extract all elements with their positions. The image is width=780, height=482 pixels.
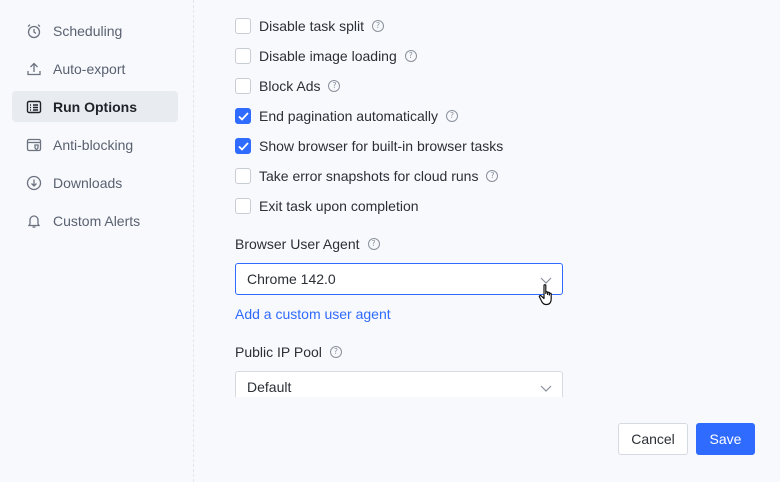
sidebar-item-label: Anti-blocking	[53, 136, 134, 153]
option-label: End pagination automatically	[259, 108, 439, 124]
select-value: Chrome 142.0	[247, 271, 336, 287]
sidebar-item-run-options[interactable]: Run Options	[12, 91, 178, 122]
bell-icon	[26, 213, 42, 229]
option-end-pagination[interactable]: End pagination automatically ?	[235, 106, 459, 126]
option-disable-image-loading[interactable]: Disable image loading ?	[235, 46, 417, 66]
sidebar-item-label: Custom Alerts	[53, 212, 141, 229]
browser-shield-icon	[26, 137, 42, 153]
sidebar-item-scheduling[interactable]: Scheduling	[12, 15, 178, 46]
cancel-button[interactable]: Cancel	[618, 423, 688, 455]
checkbox[interactable]	[235, 198, 251, 214]
sidebar-item-label: Scheduling	[53, 22, 123, 39]
upload-icon	[26, 61, 42, 77]
help-icon[interactable]: ?	[446, 110, 459, 122]
save-button[interactable]: Save	[696, 423, 755, 455]
list-icon	[26, 99, 42, 115]
ip-pool-label: Public IP Pool ?	[235, 344, 342, 360]
checkbox-checked[interactable]	[235, 138, 251, 154]
chevron-down-icon	[540, 385, 552, 392]
sidebar-item-auto-export[interactable]: Auto-export	[12, 53, 178, 84]
help-icon[interactable]: ?	[486, 170, 499, 182]
option-error-snapshots[interactable]: Take error snapshots for cloud runs ?	[235, 166, 499, 186]
sidebar-item-label: Downloads	[53, 174, 123, 191]
help-icon[interactable]: ?	[404, 50, 417, 62]
checkbox[interactable]	[235, 18, 251, 34]
help-icon[interactable]: ?	[367, 238, 380, 250]
help-icon[interactable]: ?	[328, 80, 341, 92]
settings-window: Scheduling Auto-export Run Options Anti-…	[0, 0, 780, 482]
sidebar-item-label: Run Options	[53, 98, 137, 115]
checkmark-icon	[237, 141, 249, 151]
checkbox-checked[interactable]	[235, 108, 251, 124]
checkbox[interactable]	[235, 48, 251, 64]
select-value: Default	[247, 379, 292, 395]
checkmark-icon	[237, 111, 249, 121]
sidebar: Scheduling Auto-export Run Options Anti-…	[0, 0, 194, 482]
option-label: Disable image loading	[259, 48, 397, 64]
option-label: Show browser for built-in browser tasks	[259, 138, 504, 154]
option-block-ads[interactable]: Block Ads ?	[235, 76, 341, 96]
scroll-clip	[195, 397, 780, 411]
add-custom-user-agent-link[interactable]: Add a custom user agent	[235, 306, 391, 322]
sidebar-item-custom-alerts[interactable]: Custom Alerts	[12, 205, 178, 236]
download-circle-icon	[26, 175, 42, 191]
option-show-browser[interactable]: Show browser for built-in browser tasks	[235, 136, 503, 156]
sidebar-item-anti-blocking[interactable]: Anti-blocking	[12, 129, 178, 160]
option-exit-task[interactable]: Exit task upon completion	[235, 196, 419, 216]
user-agent-select[interactable]: Chrome 142.0	[235, 263, 563, 295]
user-agent-label: Browser User Agent ?	[235, 236, 380, 252]
option-label: Block Ads	[259, 78, 321, 94]
checkbox[interactable]	[235, 78, 251, 94]
sidebar-item-label: Auto-export	[53, 60, 126, 77]
option-label: Exit task upon completion	[259, 198, 419, 214]
option-label: Disable task split	[259, 18, 365, 34]
hand-cursor-icon	[538, 284, 552, 306]
checkbox[interactable]	[235, 168, 251, 184]
sidebar-item-downloads[interactable]: Downloads	[12, 167, 178, 198]
help-icon[interactable]: ?	[372, 20, 385, 32]
alarm-clock-icon	[26, 23, 42, 39]
help-icon[interactable]: ?	[329, 346, 342, 358]
option-label: Take error snapshots for cloud runs	[259, 168, 479, 184]
option-disable-task-split[interactable]: Disable task split ?	[235, 16, 385, 36]
